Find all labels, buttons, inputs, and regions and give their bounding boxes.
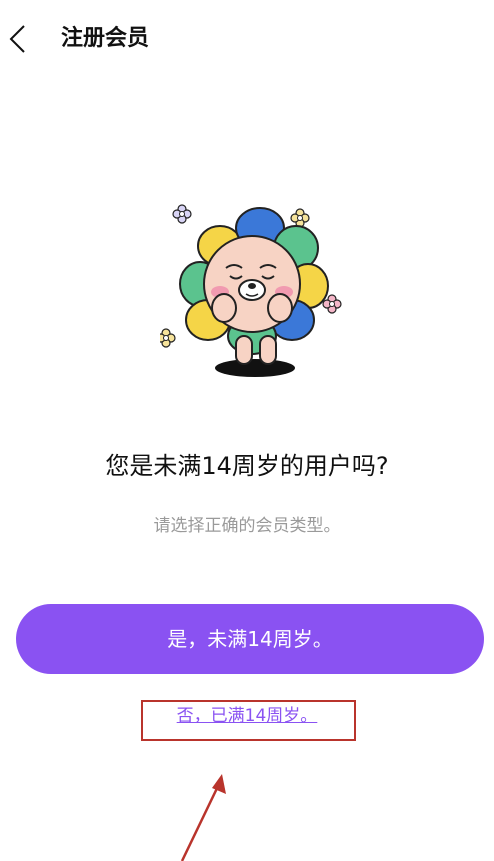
instruction-text: 请选择正确的会员类型。 <box>153 516 341 536</box>
back-button[interactable] <box>4 22 34 56</box>
age-question: 您是未满14周岁的用户吗? <box>105 452 389 480</box>
mascot-illustration <box>160 204 342 377</box>
annotation-arrow-icon <box>180 774 226 861</box>
header-bar: 注册会员 <box>0 0 494 80</box>
under-14-button[interactable]: 是，未满14周岁。 <box>16 604 484 674</box>
small-flower-icon <box>160 328 176 348</box>
small-flower-icon <box>290 208 310 228</box>
annotation-highlight-box <box>141 700 356 741</box>
page-title: 注册会员 <box>61 26 150 51</box>
chevron-left-icon <box>9 25 25 53</box>
small-flower-icon <box>172 204 192 224</box>
